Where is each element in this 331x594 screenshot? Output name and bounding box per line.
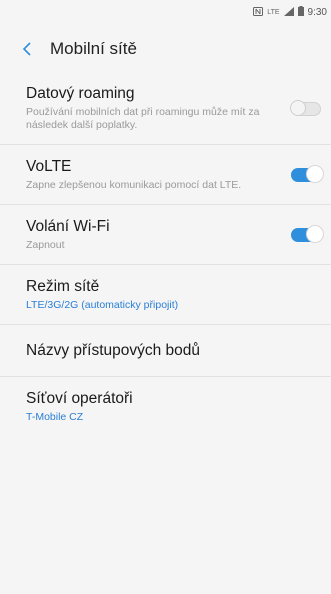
toggle-knob: [290, 100, 306, 116]
setting-label: VoLTE: [26, 158, 72, 175]
nfc-icon: [253, 6, 264, 18]
setting-data-roaming[interactable]: Datový roaming Používání mobilních dat p…: [0, 74, 331, 145]
back-arrow-icon[interactable]: [22, 38, 44, 60]
setting-label: Síťoví operátoři: [26, 390, 133, 407]
signal-icon: [283, 6, 294, 18]
setting-network-mode[interactable]: Režim sítě LTE/3G/2G (automaticky připoj…: [0, 265, 331, 325]
toggle-knob: [306, 224, 324, 243]
toggle-knob: [306, 164, 324, 183]
setting-volte[interactable]: VoLTE Zapne zlepšenou komunikaci pomocí …: [0, 145, 331, 205]
page-title: Mobilní sítě: [50, 39, 137, 58]
battery-icon: [297, 6, 304, 18]
lte-icon: LTE: [267, 8, 280, 16]
data-roaming-toggle[interactable]: [290, 100, 321, 116]
setting-label: Režim sítě: [26, 278, 100, 295]
setting-description: Zapne zlepšenou komunikaci pomocí dat LT…: [26, 179, 242, 191]
app-header: Mobilní sítě: [0, 24, 331, 74]
setting-value: LTE/3G/2G (automaticky připojit): [26, 299, 179, 311]
setting-description: Zapnout: [26, 239, 65, 251]
setting-access-point-names[interactable]: Názvy přístupových bodů: [0, 325, 331, 377]
status-time: 9:30: [307, 6, 327, 18]
setting-label: Volání Wi-Fi: [26, 218, 110, 235]
setting-description: Používání mobilních dat při roamingu můž…: [26, 106, 260, 131]
setting-value: T-Mobile CZ: [26, 411, 84, 423]
status-bar: LTE 9:30: [0, 0, 331, 24]
settings-list: Datový roaming Používání mobilních dat p…: [0, 74, 331, 436]
wifi-calling-toggle[interactable]: [291, 224, 324, 243]
volte-toggle[interactable]: [291, 164, 324, 183]
setting-label: Názvy přístupových bodů: [26, 342, 201, 359]
setting-wifi-calling[interactable]: Volání Wi-Fi Zapnout: [0, 205, 331, 265]
setting-network-operators[interactable]: Síťoví operátoři T-Mobile CZ: [0, 377, 331, 436]
setting-label: Datový roaming: [26, 85, 135, 102]
